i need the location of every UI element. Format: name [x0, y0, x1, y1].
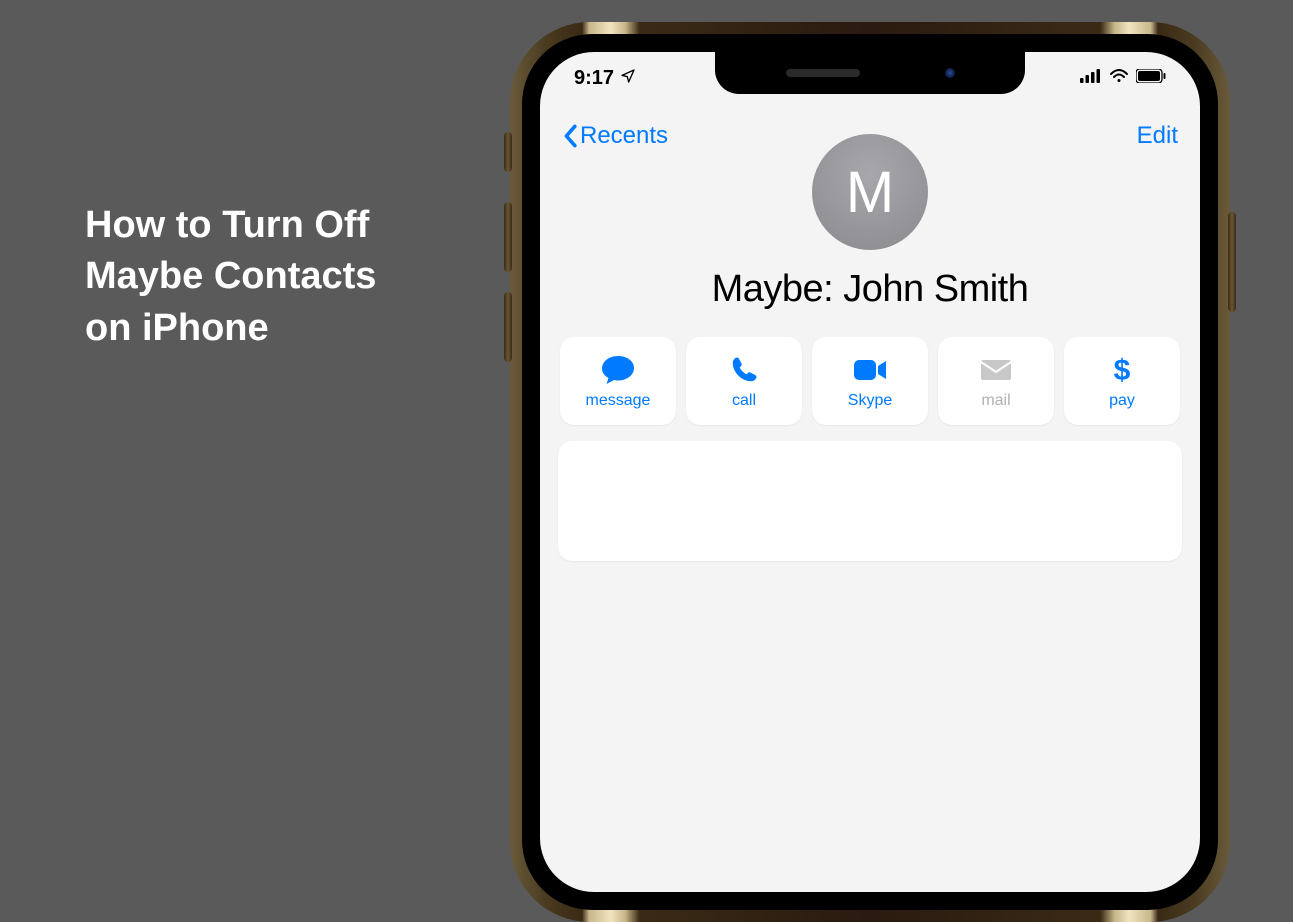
power-button	[1228, 212, 1236, 312]
battery-icon	[1136, 69, 1166, 88]
notch	[715, 52, 1025, 94]
phone-icon	[729, 353, 759, 387]
action-label: mail	[981, 392, 1010, 410]
phone-screen: 9:17	[540, 52, 1200, 892]
action-label: message	[586, 392, 651, 410]
cellular-signal-icon	[1080, 69, 1102, 88]
mute-switch	[504, 132, 512, 172]
phone-mockup: 9:17	[510, 22, 1230, 922]
dollar-icon: $	[1112, 353, 1132, 387]
back-label: Recents	[580, 122, 668, 150]
volume-up-button	[504, 202, 512, 272]
contact-avatar: M	[812, 134, 928, 250]
action-label: pay	[1109, 392, 1135, 410]
phone-frame: 9:17	[522, 34, 1218, 910]
message-button[interactable]: message	[560, 337, 676, 425]
mail-icon	[979, 353, 1013, 387]
front-camera	[945, 68, 955, 78]
volume-down-button	[504, 292, 512, 362]
call-button[interactable]: call	[686, 337, 802, 425]
edit-button[interactable]: Edit	[1137, 122, 1178, 150]
mail-button: mail	[938, 337, 1054, 425]
svg-text:$: $	[1114, 354, 1131, 386]
contact-card-view: Recents Edit M Maybe: John Smith message	[540, 104, 1200, 892]
contact-display-name: Maybe: John Smith	[712, 268, 1029, 311]
message-icon	[600, 353, 636, 387]
skype-button[interactable]: Skype	[812, 337, 928, 425]
action-label: Skype	[848, 392, 892, 410]
video-icon	[852, 353, 888, 387]
pay-button[interactable]: $ pay	[1064, 337, 1180, 425]
wifi-icon	[1109, 69, 1129, 88]
action-label: call	[732, 392, 756, 410]
location-arrow-icon	[620, 67, 636, 90]
back-button[interactable]: Recents	[562, 122, 668, 150]
chevron-left-icon	[562, 124, 578, 148]
status-time: 9:17	[574, 67, 614, 90]
article-headline: How to Turn OffMaybe Contactson iPhone	[85, 200, 376, 354]
contact-actions-row: message call Skype	[558, 337, 1182, 425]
speaker-grille	[786, 69, 860, 77]
info-card	[558, 441, 1182, 561]
